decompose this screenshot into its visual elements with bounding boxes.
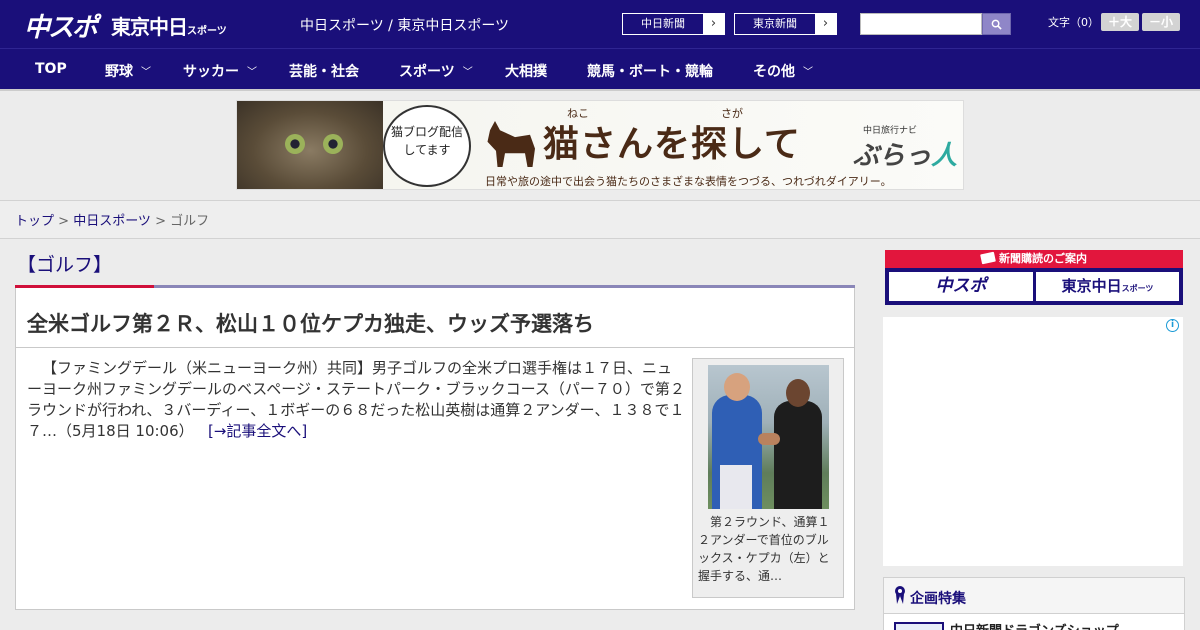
photo-caption: 第２ラウンド、通算１２アンダーで首位のブルックス・ケプカ（左）と握手する、通… — [698, 515, 830, 583]
nav-item-soccer[interactable]: サッカー ﹀ — [183, 61, 257, 81]
nav-item-racing[interactable]: 競馬・ボート・競輪 — [587, 61, 713, 81]
nav-item-sports[interactable]: スポーツ ﹀ — [399, 61, 473, 81]
cat-blog-banner[interactable]: 猫ブログ配信してます ねこ さが 猫さんを探して 中日旅行ナビ ぶらっ人 日常や… — [236, 100, 964, 190]
subscription-header: 新聞購読のご案内 — [885, 250, 1183, 268]
sub-tokyo-small-label: スポーツ — [1121, 284, 1154, 293]
nav-label: 野球 — [105, 64, 133, 80]
nav-label: 大相撲 — [505, 64, 547, 80]
brand-accent: 人 — [931, 141, 958, 171]
nav-label: その他 — [753, 64, 795, 80]
search-icon — [991, 19, 1002, 30]
breadcrumb-chunichi-sports-link[interactable]: 中日スポーツ — [73, 214, 151, 229]
nav-divider — [0, 89, 1200, 91]
nav-label: スポーツ — [399, 64, 455, 80]
feature-box: 企画特集 中日新聞ドラゴンズショップ — [883, 577, 1185, 630]
nav-item-entertainment[interactable]: 芸能・社会 — [289, 61, 359, 81]
subscription-box: 新聞購読のご案内 中スポ 東京中日スポーツ — [885, 250, 1183, 305]
nav-item-sumo[interactable]: 大相撲 — [505, 61, 547, 81]
section-title: 【ゴルフ】 — [17, 254, 113, 276]
feature-item-link[interactable]: 中日新聞ドラゴンズショップ — [950, 620, 1119, 630]
golfer-left-head — [724, 373, 750, 401]
newspaper-icon — [980, 251, 996, 265]
chuspo-logo[interactable]: 中スポ — [24, 7, 98, 44]
article-summary: 【ファミングデール（米ニューヨーク州）共同】男子ゴルフの全米プロ選手権は１７日、… — [27, 358, 685, 442]
nav-label: サッカー — [183, 64, 239, 80]
handshake — [758, 433, 780, 445]
article-body-text: 【ファミングデール（米ニューヨーク州）共同】男子ゴルフの全米プロ選手権は１７日、… — [27, 359, 685, 440]
chevron-down-icon: ﹀ — [141, 67, 151, 78]
chevron-down-icon: ﹀ — [247, 67, 257, 78]
chevron-down-icon: ﹀ — [462, 67, 473, 78]
subscription-header-label: 新聞購読のご案内 — [999, 252, 1087, 265]
breadcrumb-top-link[interactable]: トップ — [15, 214, 54, 229]
tokyo-shimbun-button[interactable]: 東京新聞 › — [734, 13, 837, 35]
font-smaller-button[interactable]: －小 — [1142, 13, 1180, 31]
breadcrumb-separator: > — [54, 214, 74, 229]
nav-label: TOP — [35, 61, 67, 77]
brand-main: ぶらっ — [853, 141, 932, 171]
chevron-right-icon: › — [703, 14, 724, 34]
banner-title: 猫さんを探して — [543, 124, 801, 165]
cat-photo — [237, 101, 383, 189]
banner-brand: ぶらっ人 — [853, 135, 957, 172]
article-photo-box: 第２ラウンド、通算１２アンダーで首位のブルックス・ケプカ（左）と握手する、通… — [692, 358, 844, 598]
feature-header: 企画特集 — [884, 578, 1184, 614]
article-photo[interactable] — [708, 365, 829, 509]
advertisement[interactable]: i — [883, 317, 1183, 566]
nav-label: 競馬・ボート・競輪 — [587, 64, 713, 80]
subscribe-chuspo-button[interactable]: 中スポ — [889, 272, 1033, 301]
ad-info-icon[interactable]: i — [1166, 319, 1179, 332]
breadcrumb-current: ゴルフ — [170, 214, 210, 229]
breadcrumb-separator: > — [150, 214, 171, 229]
read-more-link[interactable]: [→記事全文へ] — [208, 422, 307, 440]
breadcrumb: トップ > 中日スポーツ > ゴルフ — [15, 210, 209, 229]
golfer-left-pants — [720, 465, 752, 509]
site-title[interactable]: 中日スポーツ / 東京中日スポーツ — [300, 15, 509, 35]
nav-item-other[interactable]: その他 ﹀ — [753, 61, 813, 81]
chunichi-shimbun-button[interactable]: 中日新聞 › — [622, 13, 725, 35]
chunichi-shimbun-label: 中日新聞 — [641, 17, 685, 30]
banner-subtitle: 日常や旅の途中で出会う猫たちのさまざまな表情をつづる、つれづれダイアリー。 — [485, 175, 892, 188]
tokyo-logo-small: スポーツ — [187, 26, 227, 37]
sub-tokyo-label: 東京中日 — [1061, 277, 1122, 295]
font-size-label: 文字（0） — [1048, 16, 1099, 29]
golfer-right-head — [786, 379, 810, 407]
font-larger-button[interactable]: ＋大 — [1101, 13, 1139, 31]
ribbon-icon — [895, 586, 905, 604]
tokyo-shimbun-label: 東京新聞 — [753, 17, 797, 30]
tokyo-logo-main: 東京中日 — [111, 15, 188, 39]
chevron-down-icon: ﹀ — [803, 67, 813, 78]
article-title[interactable]: 全米ゴルフ第２Ｒ、松山１０位ケプカ独走、ウッズ予選落ち — [27, 308, 594, 338]
search-input[interactable] — [860, 13, 982, 35]
feature-thumbnail[interactable] — [894, 622, 944, 630]
subscribe-tokyo-chunichi-button[interactable]: 東京中日スポーツ — [1036, 272, 1179, 301]
nav-item-top[interactable]: TOP — [35, 61, 67, 77]
golfer-right — [774, 401, 822, 509]
main-nav: TOP 野球 ﹀ サッカー ﹀ 芸能・社会 スポーツ ﹀ 大相撲 競馬・ボート・競輪 … — [0, 48, 1200, 89]
search-button[interactable] — [982, 13, 1011, 35]
cat-eye — [285, 134, 305, 154]
cat-eye — [323, 134, 343, 154]
header-bar: 中スポ 東京中日スポーツ 中日スポーツ / 東京中日スポーツ 中日新聞 › 東京… — [0, 0, 1200, 48]
feature-title: 企画特集 — [910, 591, 966, 607]
nav-item-baseball[interactable]: 野球 ﹀ — [105, 61, 151, 81]
chevron-right-icon: › — [815, 14, 836, 34]
cat-silhouette-icon — [487, 121, 535, 167]
nav-label: 芸能・社会 — [289, 64, 359, 80]
speech-bubble: 猫ブログ配信してます — [383, 105, 471, 187]
tokyo-chunichi-logo[interactable]: 東京中日スポーツ — [111, 11, 227, 40]
